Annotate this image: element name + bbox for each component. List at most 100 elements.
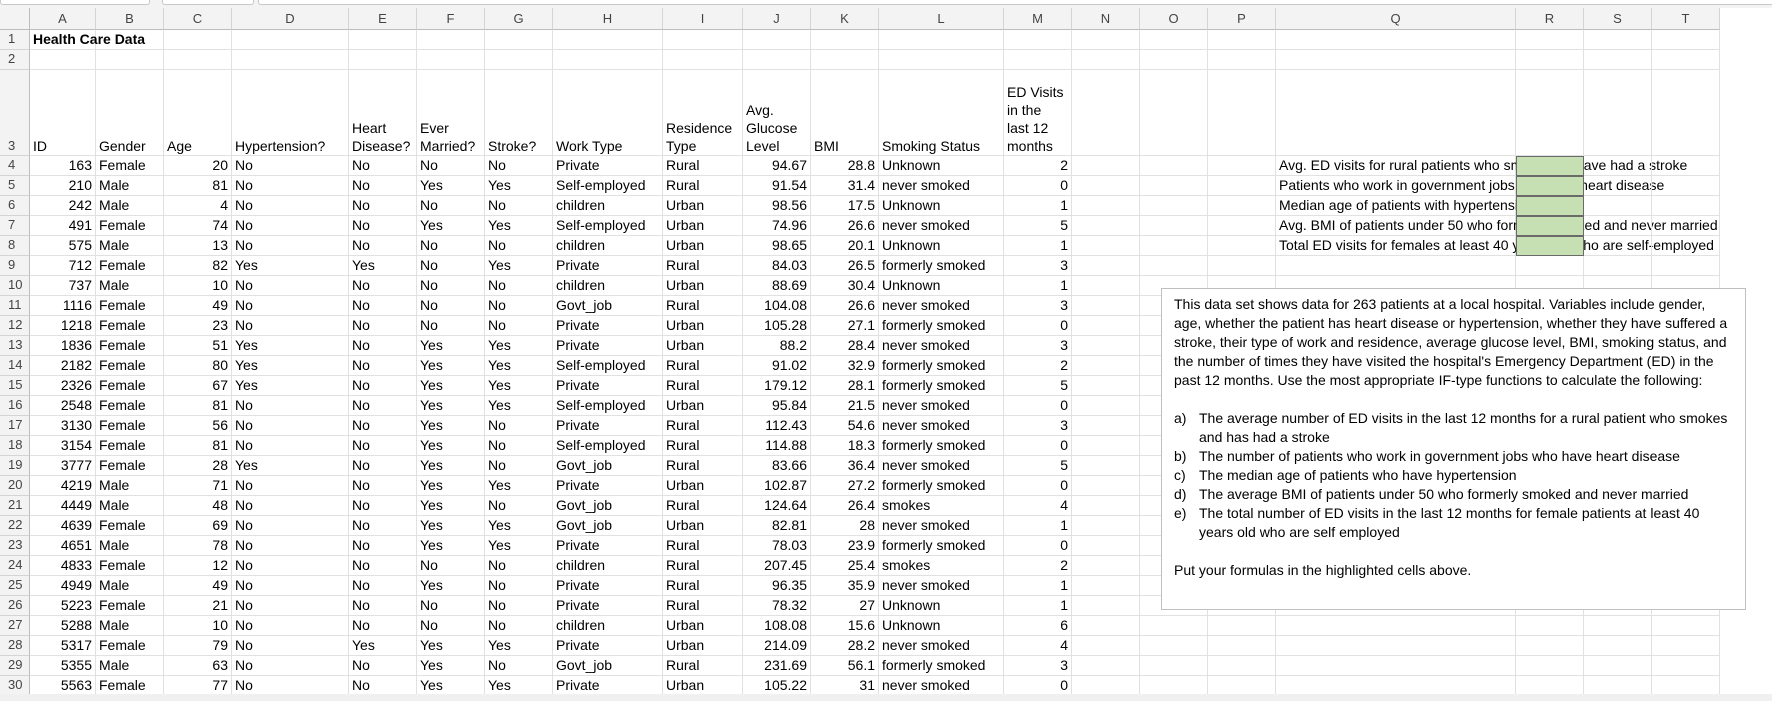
cell-bmi[interactable]: 26.6 xyxy=(811,216,879,236)
cell-gender[interactable]: Female xyxy=(96,316,164,336)
cell-residence[interactable]: Urban xyxy=(663,336,743,356)
column-header-c[interactable]: C xyxy=(164,8,232,30)
cell-ever-married[interactable]: No xyxy=(417,616,485,636)
cell-hypertension[interactable]: No xyxy=(232,396,349,416)
column-header-d[interactable]: D xyxy=(232,8,349,30)
column-header-l[interactable]: L xyxy=(879,8,1004,30)
header-stroke[interactable]: Stroke? xyxy=(485,70,553,156)
cell[interactable] xyxy=(1652,50,1720,70)
row-header[interactable]: 7 xyxy=(0,216,30,236)
cell-heart-disease[interactable]: No xyxy=(349,236,417,256)
cell-heart-disease[interactable]: No xyxy=(349,316,417,336)
cell-age[interactable]: 63 xyxy=(164,656,232,676)
cell-ed-visits[interactable]: 1 xyxy=(1004,276,1072,296)
cell-id[interactable]: 4219 xyxy=(30,476,96,496)
cell[interactable] xyxy=(1072,236,1140,256)
cell[interactable] xyxy=(1584,176,1652,196)
cell-bmi[interactable]: 25.4 xyxy=(811,556,879,576)
header-id[interactable]: ID xyxy=(30,70,96,156)
cell-ed-visits[interactable]: 0 xyxy=(1004,436,1072,456)
row-header[interactable]: 27 xyxy=(0,616,30,636)
cell-work-type[interactable]: Private xyxy=(553,676,663,696)
cell-residence[interactable]: Rural xyxy=(663,536,743,556)
cell-bmi[interactable]: 36.4 xyxy=(811,456,879,476)
cell[interactable] xyxy=(1072,176,1140,196)
column-header-q[interactable]: Q xyxy=(1276,8,1516,30)
cell-stroke[interactable]: No xyxy=(485,296,553,316)
header-smoking-status[interactable]: Smoking Status xyxy=(879,70,1004,156)
header-heart-disease[interactable]: Heart Disease? xyxy=(349,70,417,156)
cell-ed-visits[interactable]: 5 xyxy=(1004,456,1072,476)
cell-id[interactable]: 5288 xyxy=(30,616,96,636)
cell-glucose[interactable]: 102.87 xyxy=(743,476,811,496)
cell-residence[interactable]: Rural xyxy=(663,416,743,436)
cell[interactable] xyxy=(1516,656,1584,676)
row-header[interactable]: 24 xyxy=(0,556,30,576)
cell[interactable] xyxy=(1072,50,1140,70)
cell-heart-disease[interactable]: No xyxy=(349,276,417,296)
cell-smoking-status[interactable]: never smoked xyxy=(879,456,1004,476)
cell-glucose[interactable]: 82.81 xyxy=(743,516,811,536)
cell-smoking-status[interactable]: never smoked xyxy=(879,416,1004,436)
cell-bmi[interactable]: 17.5 xyxy=(811,196,879,216)
cell-smoking-status[interactable]: never smoked xyxy=(879,176,1004,196)
cell-smoking-status[interactable]: formerly smoked xyxy=(879,376,1004,396)
cell-residence[interactable]: Rural xyxy=(663,296,743,316)
cell-stroke[interactable]: No xyxy=(485,556,553,576)
cell-heart-disease[interactable]: No xyxy=(349,496,417,516)
cell[interactable] xyxy=(1652,176,1720,196)
cell[interactable] xyxy=(1652,30,1720,50)
answer-cell[interactable] xyxy=(1516,176,1584,196)
cell-age[interactable]: 81 xyxy=(164,396,232,416)
cell-ed-visits[interactable]: 0 xyxy=(1004,536,1072,556)
select-all-corner[interactable] xyxy=(0,8,30,30)
cell-ed-visits[interactable]: 1 xyxy=(1004,596,1072,616)
cell-residence[interactable]: Urban xyxy=(663,676,743,696)
cell[interactable] xyxy=(1652,636,1720,656)
cell-age[interactable]: 82 xyxy=(164,256,232,276)
cell-residence[interactable]: Rural xyxy=(663,656,743,676)
cell[interactable] xyxy=(1584,256,1652,276)
cell-id[interactable]: 2326 xyxy=(30,376,96,396)
column-header-a[interactable]: A xyxy=(30,8,96,30)
cell[interactable] xyxy=(417,30,485,50)
cell[interactable] xyxy=(1208,236,1276,256)
cell-id[interactable]: 242 xyxy=(30,196,96,216)
cell-hypertension[interactable]: No xyxy=(232,556,349,576)
cell[interactable] xyxy=(485,50,553,70)
cell[interactable] xyxy=(1276,656,1516,676)
cell-id[interactable]: 210 xyxy=(30,176,96,196)
cell-bmi[interactable]: 28 xyxy=(811,516,879,536)
cell-heart-disease[interactable]: No xyxy=(349,156,417,176)
cell[interactable] xyxy=(1140,236,1208,256)
row-header[interactable]: 21 xyxy=(0,496,30,516)
cell-id[interactable]: 4639 xyxy=(30,516,96,536)
cell-stroke[interactable]: No xyxy=(485,616,553,636)
cell-ed-visits[interactable]: 3 xyxy=(1004,256,1072,276)
cell-glucose[interactable]: 88.2 xyxy=(743,336,811,356)
cell[interactable] xyxy=(1140,656,1208,676)
cell-ever-married[interactable]: Yes xyxy=(417,416,485,436)
cell-stroke[interactable]: No xyxy=(485,276,553,296)
cell-gender[interactable]: Female xyxy=(96,296,164,316)
cell[interactable] xyxy=(1652,70,1720,156)
cell-age[interactable]: 77 xyxy=(164,676,232,696)
row-header[interactable]: 23 xyxy=(0,536,30,556)
cell-stroke[interactable]: No xyxy=(485,156,553,176)
cell[interactable] xyxy=(1004,30,1072,50)
cell-work-type[interactable]: Private xyxy=(553,536,663,556)
cell-stroke[interactable]: Yes xyxy=(485,536,553,556)
cell[interactable] xyxy=(349,50,417,70)
cell-smoking-status[interactable]: Unknown xyxy=(879,156,1004,176)
cell-gender[interactable]: Female xyxy=(96,596,164,616)
cell-hypertension[interactable]: No xyxy=(232,516,349,536)
cell-gender[interactable]: Male xyxy=(96,616,164,636)
cell-ever-married[interactable]: Yes xyxy=(417,436,485,456)
cell[interactable] xyxy=(1004,50,1072,70)
cell[interactable] xyxy=(349,30,417,50)
cell[interactable] xyxy=(1140,70,1208,156)
cell-heart-disease[interactable]: No xyxy=(349,396,417,416)
cell-heart-disease[interactable]: No xyxy=(349,476,417,496)
cell-stroke[interactable]: Yes xyxy=(485,216,553,236)
cell[interactable] xyxy=(1516,70,1584,156)
